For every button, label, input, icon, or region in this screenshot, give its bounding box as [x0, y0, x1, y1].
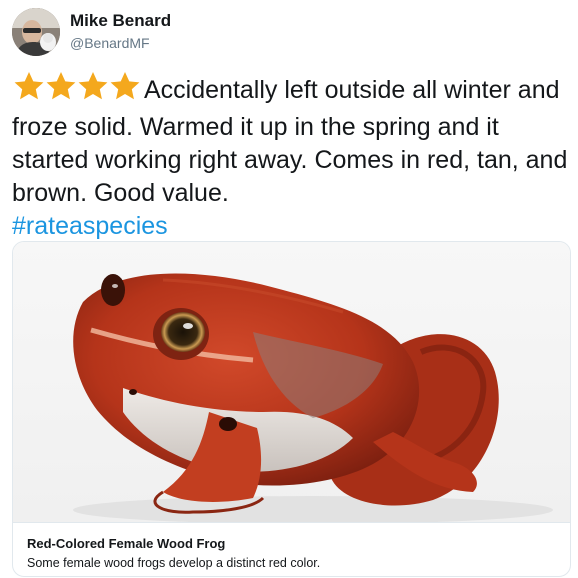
tweet: Mike Benard @BenardMF Accidentally left …	[0, 0, 578, 578]
card-description: Some female wood frogs develop a distinc…	[27, 556, 321, 570]
card-image[interactable]	[13, 242, 570, 522]
star-rating	[12, 70, 140, 111]
card-info[interactable]: Red-Colored Female Wood Frog Some female…	[13, 522, 570, 576]
hashtag-link[interactable]: #rateaspecies	[12, 210, 568, 243]
avatar[interactable]	[12, 8, 60, 56]
user-handle[interactable]: @BenardMF	[70, 34, 150, 52]
star-icon	[110, 72, 140, 100]
star-icon	[78, 72, 108, 100]
frog-image-icon	[73, 273, 553, 522]
display-name[interactable]: Mike Benard	[70, 11, 171, 31]
card-title[interactable]: Red-Colored Female Wood Frog	[27, 536, 570, 552]
link-card[interactable]: Red-Colored Female Wood Frog Some female…	[12, 241, 571, 577]
star-icon	[14, 72, 44, 100]
star-icon	[46, 72, 76, 100]
tweet-text: Accidentally left outside all winter and…	[12, 70, 568, 243]
avatar-photo-icon	[12, 8, 60, 56]
